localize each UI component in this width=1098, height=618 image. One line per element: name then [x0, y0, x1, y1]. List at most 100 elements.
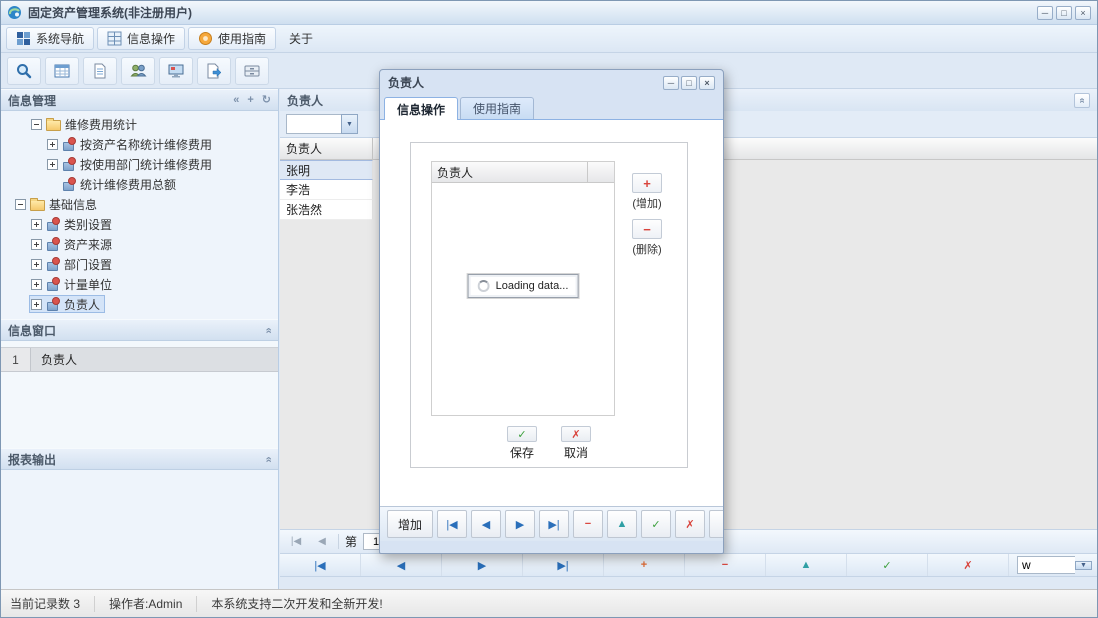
confirm-record-button[interactable]: ✓: [847, 554, 928, 576]
settings-item-icon: [46, 257, 60, 271]
grid-row[interactable]: 李浩: [280, 180, 373, 200]
minimize-button[interactable]: ─: [1037, 6, 1053, 20]
first-page-button[interactable]: |◀: [286, 536, 306, 547]
next-record-button[interactable]: ▶: [505, 510, 535, 538]
sidebar: 信息管理 « + ↻ 维修费用统计 按资产名称统计维修费用 按使用部门统计维修费…: [1, 89, 279, 589]
collapse-up-icon[interactable]: «: [1077, 97, 1088, 103]
tree-node-category-settings[interactable]: 类别设置: [1, 214, 278, 234]
tree-node-total-repair-cost[interactable]: 统计维修费用总额: [1, 174, 278, 194]
x-icon: ✗: [963, 559, 972, 572]
record-combo-input[interactable]: [1017, 556, 1075, 574]
tree-node-measure-unit[interactable]: 计量单位: [1, 274, 278, 294]
tree-node-department-settings[interactable]: 部门设置: [1, 254, 278, 274]
delete-record-button[interactable]: −: [573, 510, 603, 538]
archive-toolbar-button[interactable]: [235, 57, 269, 85]
first-record-button[interactable]: |◀: [280, 554, 361, 576]
grid-column-header[interactable]: 负责人: [280, 138, 373, 159]
refresh-icon[interactable]: ↻: [262, 95, 271, 106]
collapse-left-icon[interactable]: «: [233, 95, 239, 106]
menu-item-about[interactable]: 关于: [279, 27, 323, 50]
dialog-grid-header-row: 负责人: [432, 162, 614, 183]
edit-record-button[interactable]: ▲: [607, 510, 637, 538]
dialog-titlebar[interactable]: 负责人 ─ □ ×: [380, 70, 723, 95]
export-toolbar-button[interactable]: [197, 57, 231, 85]
collapse-up-icon[interactable]: «: [262, 327, 273, 333]
menubar: 系统导航 信息操作 使用指南 关于: [1, 25, 1097, 53]
dialog-grid-column-header[interactable]: 负责人: [432, 162, 588, 182]
dialog-close-button[interactable]: ×: [699, 76, 715, 90]
add-button[interactable]: 增加: [387, 510, 433, 538]
search-toolbar-button[interactable]: [7, 57, 41, 85]
maximize-button[interactable]: □: [1056, 6, 1072, 20]
tree-node-label: 计量单位: [64, 276, 112, 293]
expand-expander-icon[interactable]: [31, 259, 42, 270]
cancel-record-button[interactable]: ✗: [675, 510, 705, 538]
tree-node-repair-cost-stats[interactable]: 维修费用统计: [1, 114, 278, 134]
table-toolbar-button[interactable]: [45, 57, 79, 85]
menu-item-system-nav[interactable]: 系统导航: [6, 27, 94, 50]
close-button[interactable]: ×: [1075, 6, 1091, 20]
cancel-record-button[interactable]: ✗: [928, 554, 1009, 576]
remove-row-button[interactable]: −: [632, 219, 662, 239]
dialog-maximize-button[interactable]: □: [681, 76, 697, 90]
collapse-expander-icon[interactable]: [31, 119, 42, 130]
tree-node-stats-by-department[interactable]: 按使用部门统计维修费用: [1, 154, 278, 174]
tree-node-basic-info[interactable]: 基础信息: [1, 194, 278, 214]
prev-record-icon: ◀: [482, 518, 490, 531]
cancel-button[interactable]: ✗ 取消: [561, 426, 591, 461]
prev-page-button[interactable]: ◀: [312, 536, 332, 547]
filter-combo-input[interactable]: [286, 114, 341, 134]
last-record-button[interactable]: ▶|: [523, 554, 604, 576]
dialog-minimize-button[interactable]: ─: [663, 76, 679, 90]
report-item-icon: [62, 157, 76, 171]
collapse-up-icon[interactable]: «: [262, 456, 273, 462]
tab-user-guide[interactable]: 使用指南: [460, 97, 534, 119]
add-record-button[interactable]: +: [604, 554, 685, 576]
menu-item-info-operation[interactable]: 信息操作: [97, 27, 185, 50]
monitor-toolbar-button[interactable]: [159, 57, 193, 85]
status-note: 本系统支持二次开发和全新开发!: [211, 595, 382, 612]
next-record-button[interactable]: ▶: [442, 554, 523, 576]
prev-record-button[interactable]: ◀: [471, 510, 501, 538]
expand-expander-icon[interactable]: [31, 239, 42, 250]
overflow-button[interactable]: [709, 510, 723, 538]
expand-expander-icon[interactable]: [31, 279, 42, 290]
grid-row[interactable]: 张明: [280, 160, 373, 180]
menu-item-user-guide[interactable]: 使用指南: [188, 27, 276, 50]
confirm-record-button[interactable]: ✓: [641, 510, 671, 538]
delete-record-button[interactable]: −: [685, 554, 766, 576]
prev-record-button[interactable]: ◀: [361, 554, 442, 576]
document-toolbar-button[interactable]: [83, 57, 117, 85]
tree-node-label: 按使用部门统计维修费用: [80, 156, 212, 173]
settings-item-icon: [46, 237, 60, 251]
dialog-window: 负责人 ─ □ × 信息操作 使用指南 负责人 Loading: [379, 69, 724, 554]
record-combobox[interactable]: ▼: [1009, 554, 1097, 576]
grid-cell: 李浩: [286, 181, 310, 198]
first-record-button[interactable]: |◀: [437, 510, 467, 538]
expand-expander-icon[interactable]: [47, 159, 58, 170]
grid-row[interactable]: 张浩然: [280, 200, 373, 220]
tree-node-person-in-charge[interactable]: 负责人: [1, 294, 278, 314]
row-number: 1: [1, 348, 31, 371]
combo-dropdown-button[interactable]: ▼: [1075, 561, 1092, 570]
expand-expander-icon[interactable]: [47, 139, 58, 150]
monitor-icon: [167, 62, 185, 80]
combo-dropdown-button[interactable]: ▼: [341, 114, 358, 134]
tree-node-asset-source[interactable]: 资产来源: [1, 234, 278, 254]
expand-expander-icon[interactable]: [31, 299, 42, 310]
grid-cell: 张明: [286, 162, 310, 179]
tree-node-label: 统计维修费用总额: [80, 176, 176, 193]
users-toolbar-button[interactable]: [121, 57, 155, 85]
filter-combobox[interactable]: ▼: [286, 114, 358, 134]
expand-expander-icon[interactable]: [31, 219, 42, 230]
add-row-button[interactable]: +: [632, 173, 662, 193]
expand-all-icon[interactable]: +: [247, 95, 253, 106]
save-button[interactable]: ✓ 保存: [507, 426, 537, 461]
last-record-button[interactable]: ▶|: [539, 510, 569, 538]
edit-record-button[interactable]: ▲: [766, 554, 847, 576]
tab-info-operation[interactable]: 信息操作: [384, 97, 458, 120]
info-window-item[interactable]: 1 负责人: [1, 347, 278, 372]
dialog-body: 负责人 Loading data... + (增加) − (删除): [380, 120, 723, 506]
collapse-expander-icon[interactable]: [15, 199, 26, 210]
tree-node-stats-by-asset-name[interactable]: 按资产名称统计维修费用: [1, 134, 278, 154]
